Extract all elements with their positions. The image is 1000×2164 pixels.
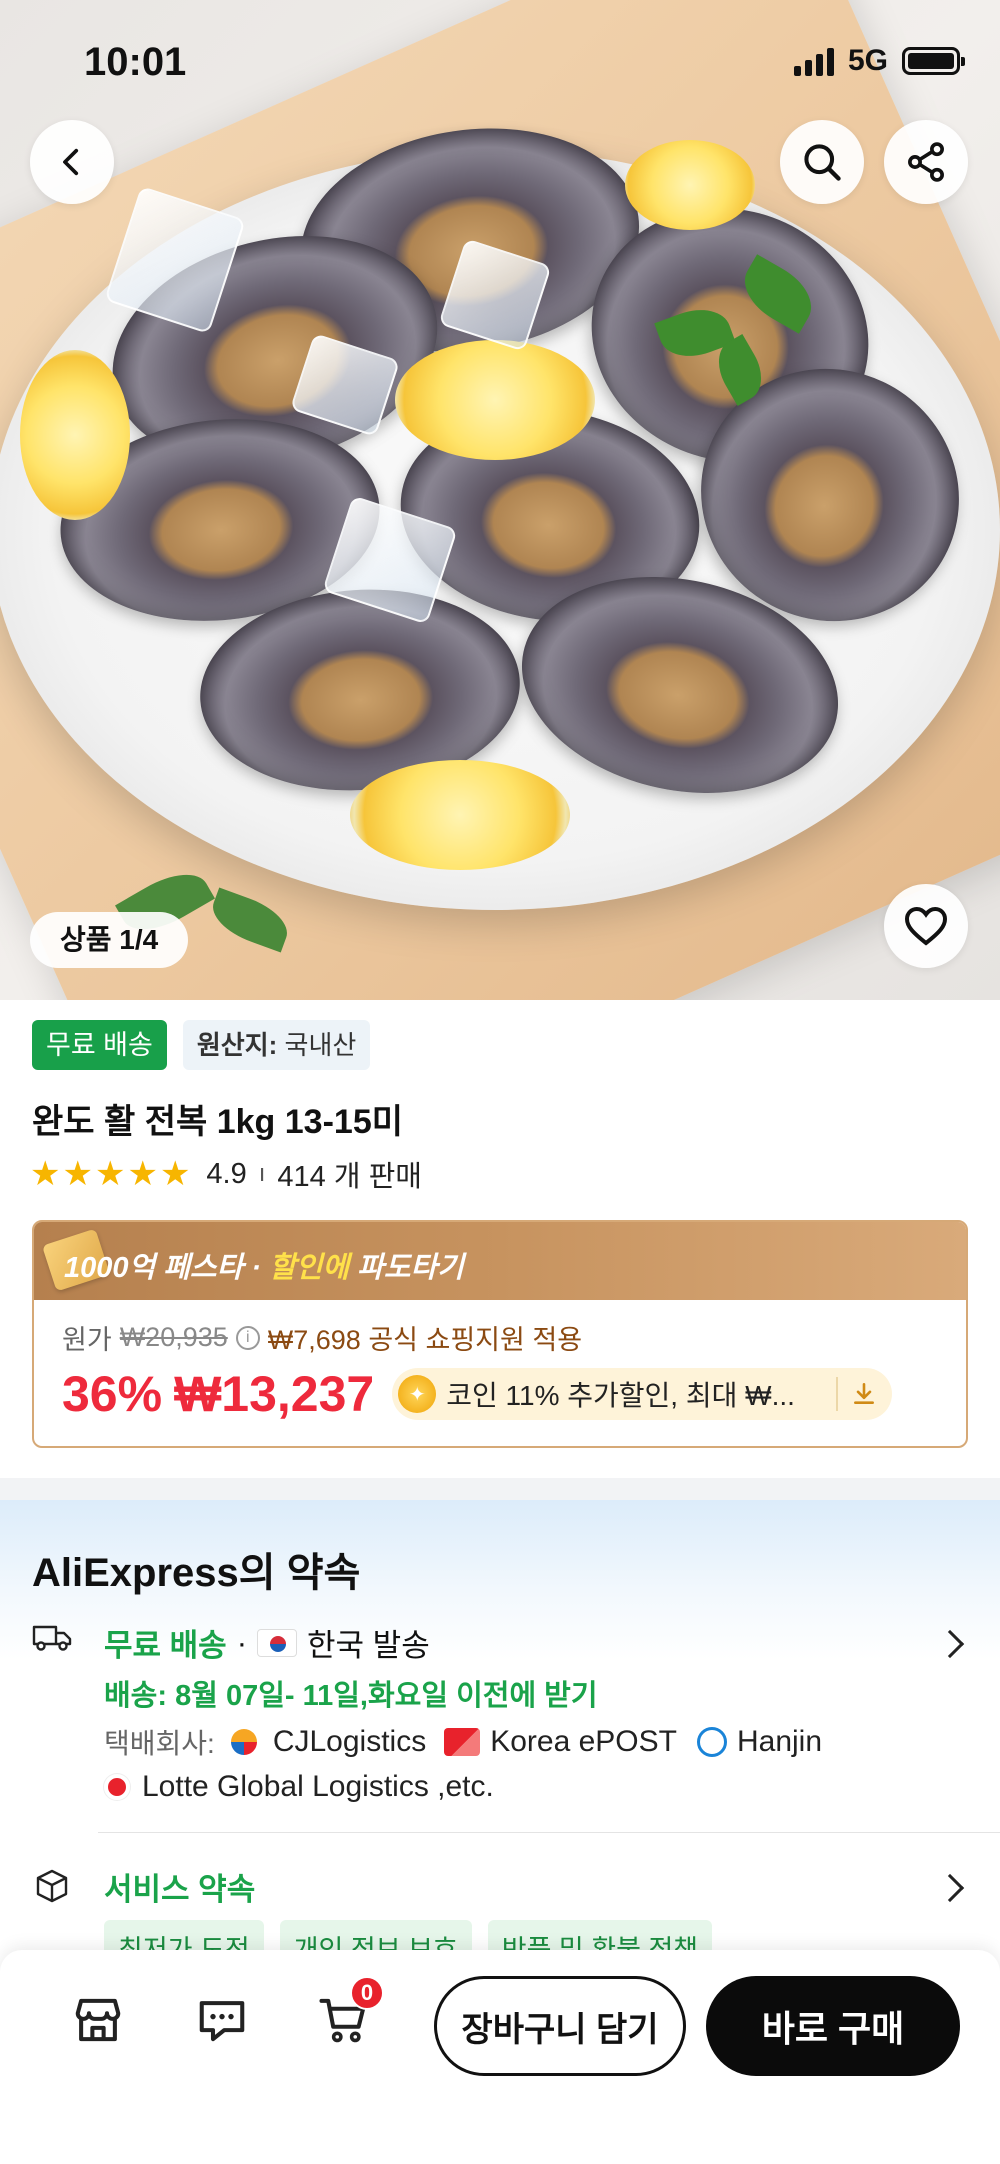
cj-logistics-logo-icon	[230, 1729, 257, 1755]
share-button[interactable]	[884, 120, 968, 204]
divider	[98, 1832, 1000, 1833]
star-icon: ★	[127, 1155, 158, 1193]
korea-epost-logo-icon	[444, 1728, 481, 1756]
original-price-label: 원가	[62, 1325, 112, 1355]
delivery-estimate: 배송: 8월 07일- 11일,화요일 이전에 받기	[104, 1680, 598, 1712]
coin-discount-text: 코인 11% 추가할인, 최대 ₩...	[446, 1380, 795, 1411]
search-button[interactable]	[780, 120, 864, 204]
rating-row[interactable]: ★ ★ ★ ★ ★ 4.9 ı 414 개 판매	[30, 1153, 422, 1195]
star-icon: ★	[62, 1155, 93, 1193]
search-icon	[804, 144, 841, 181]
star-icon: ★	[159, 1155, 191, 1193]
signal-icon	[793, 46, 834, 76]
star-rating: ★ ★ ★ ★ ★	[30, 1154, 191, 1194]
sale-price: ₩13,237	[174, 1366, 375, 1422]
promise-title: AliExpress의 약속	[32, 1551, 361, 1595]
buy-now-button[interactable]: 바로 구매	[706, 1976, 960, 2076]
carrier-more: Lotte Global Logistics ,etc.	[142, 1770, 494, 1803]
network-type: 5G	[847, 44, 888, 77]
origin-tag: 원산지: 국내산	[182, 1020, 371, 1070]
rating-value: 4.9	[206, 1157, 247, 1190]
promo-title: 1000억 페스타 · 할인에 파도타기	[64, 1244, 464, 1286]
coin-discount-pill[interactable]: ✦ 코인 11% 추가할인, 최대 ₩...	[392, 1368, 893, 1420]
lemon-slice	[20, 350, 130, 520]
cart-count-badge: 0	[350, 1976, 384, 2010]
carrier-name: Hanjin	[736, 1725, 823, 1758]
original-price: ₩20,935	[119, 1322, 228, 1352]
star-icon: ★	[30, 1155, 61, 1193]
original-price-row: 원가 ₩20,935 i ₩7,698 공식 쇼핑지원 적용	[62, 1318, 946, 1357]
origin-label: 원산지:	[196, 1030, 278, 1060]
chat-button[interactable]	[192, 1990, 252, 2050]
free-shipping-label: 무료 배송	[104, 1628, 227, 1663]
truck-icon	[32, 1625, 72, 1651]
share-icon	[908, 142, 944, 182]
free-shipping-tag: 무료 배송	[32, 1020, 167, 1070]
carrier-name: Korea ePOST	[490, 1725, 677, 1758]
promo-title-highlight: 할인에	[269, 1252, 350, 1284]
image-counter: 상품 1/4	[30, 912, 189, 968]
star-icon: ★	[94, 1155, 126, 1193]
status-bar: 10:01 5G	[0, 0, 1000, 130]
aliexpress-promise-section: AliExpress의 약속 무료 배송 · 한국 발송 배송: 8월 07일-…	[0, 1500, 1000, 2000]
carrier-label: 택배회사:	[104, 1728, 215, 1759]
store-icon	[75, 1998, 121, 2042]
carrier-row: 택배회사: CJLogistics Korea ePOST Hanjin	[104, 1722, 822, 1762]
carrier-name: CJLogistics	[272, 1725, 427, 1758]
chat-icon	[199, 2001, 245, 2042]
battery-icon	[902, 47, 965, 75]
back-button[interactable]	[30, 120, 114, 204]
product-image-gallery[interactable]: 10:01 5G 상품 1/4	[0, 0, 1000, 1000]
chevron-right-icon[interactable]	[935, 1873, 965, 1903]
heart-icon	[904, 906, 948, 946]
back-icon	[63, 148, 79, 176]
box-icon	[36, 1869, 68, 1903]
sold-count: 414 개 판매	[277, 1161, 422, 1193]
discount-percent: 36%	[62, 1366, 163, 1422]
wishlist-button[interactable]	[884, 884, 968, 968]
lemon-slice	[395, 340, 595, 460]
promo-title-prefix: 1000억 페스타 ·	[64, 1252, 270, 1284]
subsidy-text: ₩7,698 공식 쇼핑지원 적용	[267, 1325, 583, 1355]
promo-price-box: 1000억 페스타 · 할인에 파도타기 원가 ₩20,935 i ₩7,698…	[32, 1220, 968, 1448]
shipping-from: 한국 발송	[307, 1628, 430, 1663]
bottom-action-bar: 0 장바구니 담기 바로 구매	[0, 1950, 1000, 2164]
hanjin-logo-icon	[696, 1727, 727, 1757]
info-icon[interactable]: i	[235, 1325, 260, 1350]
chevron-right-icon[interactable]	[935, 1629, 965, 1659]
carrier-row-2: Lotte Global Logistics ,etc.	[104, 1770, 494, 1804]
promo-title-suffix: 파도타기	[349, 1252, 464, 1284]
divider	[836, 1377, 839, 1411]
shipping-separator: ·	[236, 1624, 248, 1660]
product-tags: 무료 배송 원산지: 국내산	[32, 1020, 371, 1070]
service-promise-title[interactable]: 서비스 약속	[104, 1864, 255, 1909]
origin-value: 국내산	[284, 1030, 357, 1060]
lemon-slice	[625, 140, 755, 230]
coin-icon: ✦	[398, 1375, 437, 1413]
store-button[interactable]	[68, 1990, 128, 2050]
price-row: 36% ₩13,237 ✦ 코인 11% 추가할인, 최대 ₩...	[62, 1365, 946, 1423]
lotte-logo-icon	[104, 1774, 130, 1800]
add-to-cart-button[interactable]: 장바구니 담기	[434, 1976, 686, 2076]
download-icon[interactable]	[848, 1378, 880, 1410]
rating-separator: ı	[258, 1160, 266, 1187]
section-gap	[0, 1478, 1000, 1500]
shipping-summary[interactable]: 무료 배송 · 한국 발송	[104, 1620, 430, 1665]
product-title: 완도 활 전복 1kg 13-15미	[32, 1103, 404, 1141]
korea-flag-icon	[257, 1628, 298, 1657]
promo-banner: 1000억 페스타 · 할인에 파도타기	[34, 1222, 966, 1300]
status-time: 10:01	[84, 40, 187, 84]
lemon-slice	[350, 760, 570, 870]
